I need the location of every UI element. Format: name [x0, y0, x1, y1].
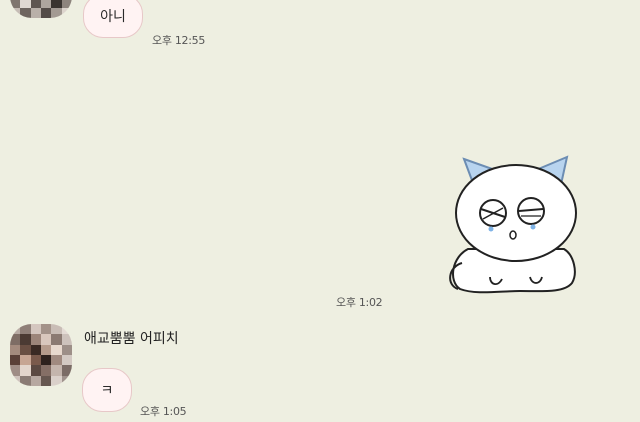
cat-head: [455, 164, 577, 262]
message-text: ㅋ: [100, 383, 114, 399]
message-text: 아니: [100, 9, 126, 25]
message-bubble[interactable]: 아니: [83, 0, 143, 38]
sticker-time: 오후 1:02: [336, 296, 383, 309]
sender-name: 애교뿜뿜 어피치: [84, 331, 179, 347]
message-time: 오후 1:05: [140, 405, 187, 418]
cat-tear-left: [488, 226, 494, 232]
cat-tear-right: [530, 224, 536, 230]
crying-cat-sticker[interactable]: [446, 153, 586, 298]
sender-avatar-top[interactable]: [10, 0, 72, 18]
message-bubble[interactable]: ㅋ: [82, 368, 132, 412]
sender-avatar[interactable]: [10, 324, 72, 386]
message-time: 오후 12:55: [152, 34, 206, 47]
